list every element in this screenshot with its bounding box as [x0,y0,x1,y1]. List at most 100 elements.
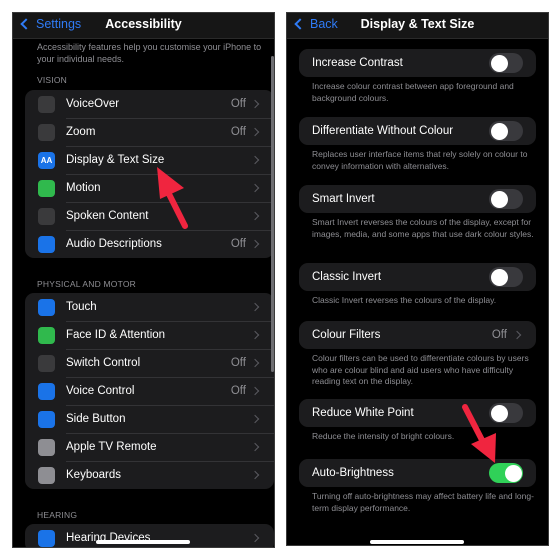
list-item-touch[interactable]: Touch [25,293,274,321]
navigation-bar: Back Display & Text Size [287,13,548,39]
chevron-right-icon [250,533,260,543]
zoom-icon [38,123,55,141]
display-text-size-screen: Back Display & Text Size Increase Contra… [286,12,549,546]
setting-label: Classic Invert [312,271,382,283]
text-size-icon: AA [38,151,55,169]
chevron-right-icon [250,330,260,340]
chevron-right-icon [512,330,522,340]
motion-icon [38,179,55,197]
classic-invert-toggle[interactable] [489,267,523,287]
section-header-physical: PHYSICAL AND MOTOR [37,279,137,289]
list-item-display-and-text-size[interactable]: AA Display & Text Size [25,146,274,174]
back-label: Settings [36,17,82,31]
setting-colour-filters[interactable]: Colour Filters Off [299,321,536,349]
setting-footnote: Colour filters can be used to differenti… [312,353,529,386]
item-label: Touch [66,301,97,313]
keyboard-icon [38,466,55,484]
intro-text: Accessibility features help you customis… [37,42,262,64]
setting-footnote: Turning off auto-brightness may affect b… [312,491,534,513]
navigation-bar: Settings Accessibility [13,13,274,39]
chevron-right-icon [250,127,260,137]
accessibility-screen: Settings Accessibility Accessibility fea… [12,12,275,548]
toggle-knob [490,54,508,72]
list-item-side-button[interactable]: Side Button [25,405,274,433]
chevron-right-icon [250,99,260,109]
item-label: VoiceOver [66,98,120,110]
setting-classic-invert: Classic Invert [299,263,536,291]
setting-footnote: Smart Invert reverses the colours of the… [312,217,534,239]
switch-control-icon [38,354,55,372]
setting-label: Auto-Brightness [312,467,394,479]
item-label: Face ID & Attention [66,329,166,341]
setting-label: Colour Filters [312,329,381,341]
list-item-motion[interactable]: Motion [25,174,274,202]
chevron-right-icon [250,155,260,165]
list-item-spoken-content[interactable]: Spoken Content [25,202,274,230]
physical-motor-group: Touch Face ID & Attention Switch Control Of… [25,293,274,489]
item-label: Side Button [66,413,126,425]
list-item-voiceover[interactable]: VoiceOver Off [25,90,274,118]
chevron-right-icon [250,302,260,312]
chevron-right-icon [250,470,260,480]
section-header-hearing: HEARING [37,510,78,520]
setting-footnote: Reduce the intensity of bright colours. [312,431,455,441]
chevron-right-icon [250,211,260,221]
smart-invert-toggle[interactable] [489,189,523,209]
chevron-left-icon [20,18,32,30]
list-item-face-id-and-attention[interactable]: Face ID & Attention [25,321,274,349]
hand-touch-icon [38,298,55,316]
item-label: Zoom [66,126,96,138]
home-indicator[interactable] [370,540,464,544]
scrollbar[interactable] [271,56,274,372]
speech-bubble-icon [38,207,55,225]
reduce-white-point-toggle[interactable] [489,403,523,423]
setting-footnote: Classic Invert reverses the colours of t… [312,295,497,305]
setting-label: Reduce White Point [312,407,414,419]
item-value: Off [230,238,246,250]
setting-auto-brightness: Auto-Brightness [299,459,536,487]
back-label: Back [310,17,338,31]
voice-control-icon [38,382,55,400]
toggle-knob [490,122,508,140]
setting-value: Off [491,329,507,341]
item-value: Off [230,357,246,369]
back-button[interactable]: Back [293,17,338,31]
differentiate-without-colour-toggle[interactable] [489,121,523,141]
toggle-knob [490,190,508,208]
hearing-group: Hearing Devices [25,524,274,547]
item-label: Voice Control [66,385,135,397]
list-item-hearing-devices[interactable]: Hearing Devices [25,524,274,547]
list-item-apple-tv-remote[interactable]: Apple TV Remote [25,433,274,461]
setting-smart-invert: Smart Invert [299,185,536,213]
home-indicator[interactable] [96,540,190,544]
item-value: Off [230,385,246,397]
setting-footnote: Replaces user interface items that rely … [312,149,528,171]
voiceover-icon [38,95,55,113]
list-item-zoom[interactable]: Zoom Off [25,118,274,146]
toggle-knob [490,268,508,286]
list-item-switch-control[interactable]: Switch Control Off [25,349,274,377]
chevron-right-icon [250,183,260,193]
list-item-voice-control[interactable]: Voice Control Off [25,377,274,405]
setting-differentiate-without-colour: Differentiate Without Colour [299,117,536,145]
increase-contrast-toggle[interactable] [489,53,523,73]
section-header-vision: VISION [37,75,68,85]
setting-label: Increase Contrast [312,57,403,69]
vision-group: VoiceOver Off Zoom Off AA Display & Text Size… [25,90,274,258]
item-label: Apple TV Remote [66,441,157,453]
item-label: Motion [66,182,101,194]
chevron-right-icon [250,386,260,396]
item-value: Off [230,98,246,110]
face-id-icon [38,326,55,344]
back-button[interactable]: Settings [19,17,81,31]
toggle-knob [490,404,508,422]
tv-remote-icon [38,438,55,456]
ear-icon [38,529,55,547]
toggle-knob [504,464,522,482]
side-button-icon [38,410,55,428]
list-item-keyboards[interactable]: Keyboards [25,461,274,489]
setting-increase-contrast: Increase Contrast [299,49,536,77]
auto-brightness-toggle[interactable] [489,463,523,483]
chevron-left-icon [294,18,306,30]
list-item-audio-descriptions[interactable]: Audio Descriptions Off [25,230,274,258]
